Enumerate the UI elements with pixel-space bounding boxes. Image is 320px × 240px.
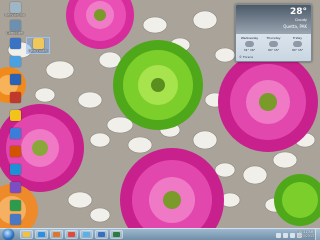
- network-icon[interactable]: [290, 232, 295, 238]
- app-icon: [9, 214, 21, 225]
- desktop-icon[interactable]: [4, 182, 26, 193]
- forecast-day-temp: 30° 15°: [291, 48, 304, 52]
- forecast-day-name: Friday: [292, 36, 303, 40]
- cloud-icon: [293, 41, 302, 47]
- folder-icon: [32, 38, 44, 49]
- media-icon: [53, 232, 60, 237]
- desktop-icon[interactable]: [4, 164, 26, 175]
- desktop-icon-label: Computer: [6, 31, 24, 35]
- forecast-day-name: Thursday: [266, 36, 281, 40]
- app-icon: [9, 110, 21, 121]
- desktop-icon[interactable]: [4, 200, 26, 211]
- forecast-day-temp: 30° 15°: [267, 48, 280, 52]
- desktop-icon-label: New Folder: [28, 49, 48, 53]
- desktop-icon[interactable]: Computer: [4, 20, 26, 35]
- app-icon: [9, 20, 21, 31]
- forecast-day: Wednesday 31° 16°: [238, 36, 261, 52]
- desktop-icon[interactable]: [4, 214, 26, 225]
- cloud-icon: [269, 41, 278, 47]
- desktop-icon[interactable]: [4, 110, 26, 121]
- weather-gadget[interactable]: 28° Cloudy Quetta, PAK Wednesday 31° 16°…: [235, 4, 312, 62]
- weather-forecast: Wednesday 31° 16° Thursday 30° 15° Frida…: [238, 36, 309, 52]
- app-icon: [9, 56, 21, 67]
- cloud-icon: [245, 41, 254, 47]
- taskbar-button-media[interactable]: [50, 230, 63, 239]
- taskbar-button-app6[interactable]: [95, 230, 108, 239]
- desktop-icon[interactable]: [4, 146, 26, 157]
- app-icon: [9, 164, 21, 175]
- app5-icon: [83, 232, 90, 237]
- app-icon: [9, 128, 21, 139]
- taskbar-button-app7[interactable]: [110, 230, 123, 239]
- taskbar-button-chrome[interactable]: [65, 230, 78, 239]
- explorer-icon: [23, 232, 30, 237]
- taskbar-button-app5[interactable]: [80, 230, 93, 239]
- weather-temperature: 28°: [289, 7, 307, 17]
- clock-date: 9/24/2013: [297, 234, 314, 238]
- weather-city: Quetta, PAK: [283, 24, 307, 29]
- app-icon: [9, 74, 21, 85]
- desktop-icon[interactable]: [4, 74, 26, 85]
- forecast-day: Friday 30° 15°: [286, 36, 309, 52]
- app-icon: [9, 200, 21, 211]
- app-icon: [9, 146, 21, 157]
- app7-icon: [113, 232, 120, 237]
- app-icon: [9, 182, 21, 193]
- taskbar-button-explorer[interactable]: [20, 230, 33, 239]
- forecast-day: Thursday 30° 15°: [262, 36, 285, 52]
- desktop-icon-selected[interactable]: New Folder: [26, 37, 50, 54]
- weather-source[interactable]: © Foreca: [239, 55, 253, 59]
- app-icon: [9, 2, 21, 13]
- forecast-day-name: Wednesday: [240, 36, 259, 40]
- flag-icon[interactable]: [283, 232, 288, 238]
- desktop-icon[interactable]: [4, 56, 26, 67]
- taskbar-button-ie[interactable]: [35, 230, 48, 239]
- taskbar: 10:41 AM 9/24/2013: [0, 228, 320, 240]
- app6-icon: [98, 232, 105, 237]
- desktop-icon[interactable]: Recycle Bin: [4, 2, 26, 17]
- app-icon: [9, 92, 21, 103]
- clock[interactable]: 10:41 AM 9/24/2013: [298, 230, 314, 238]
- weather-condition: Cloudy: [294, 18, 307, 22]
- forecast-day-temp: 31° 16°: [243, 48, 256, 52]
- start-button[interactable]: [3, 229, 14, 240]
- app-icon: [9, 38, 21, 49]
- desktop-icon[interactable]: [4, 92, 26, 103]
- chrome-icon: [68, 232, 75, 237]
- arrow-up-icon[interactable]: [276, 232, 281, 238]
- desktop-icon[interactable]: [4, 128, 26, 139]
- desktop-icon[interactable]: [4, 38, 26, 49]
- desktop-icon-label: Recycle Bin: [4, 13, 26, 17]
- show-desktop-button[interactable]: [315, 229, 320, 240]
- ie-icon: [38, 232, 45, 237]
